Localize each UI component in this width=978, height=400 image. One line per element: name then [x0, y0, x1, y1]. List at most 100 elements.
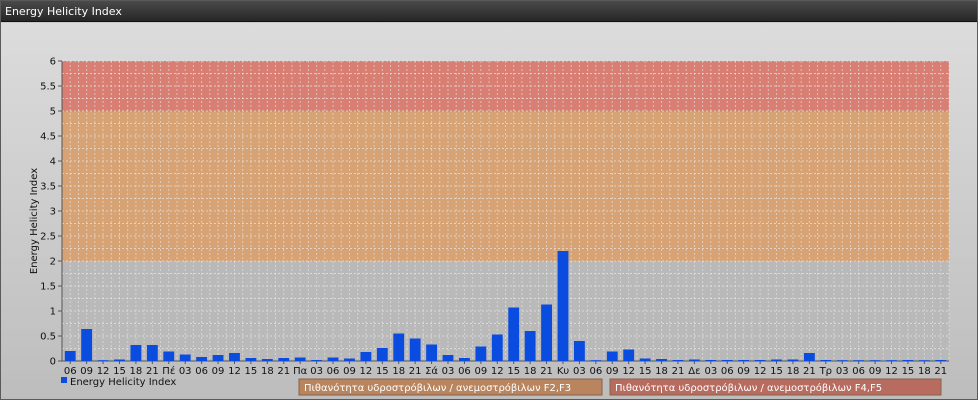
bar[interactable]: [656, 359, 667, 361]
bar[interactable]: [278, 358, 290, 361]
y-tick-label: 1: [50, 307, 56, 318]
bar[interactable]: [212, 355, 224, 361]
bar[interactable]: [803, 353, 815, 361]
bar[interactable]: [623, 349, 635, 362]
bar[interactable]: [245, 358, 257, 361]
bar[interactable]: [639, 358, 651, 362]
x-tick-label: 09: [343, 366, 356, 377]
bar[interactable]: [738, 360, 750, 361]
bar[interactable]: [327, 357, 339, 362]
x-tick-label: 18: [787, 366, 800, 377]
x-tick-label: Κυ: [557, 366, 570, 377]
y-tick-label: 0: [50, 357, 56, 368]
bar[interactable]: [311, 360, 323, 361]
bar[interactable]: [508, 307, 520, 362]
x-tick-label: 15: [113, 366, 126, 377]
x-tick-label: 03: [573, 366, 586, 377]
x-tick-label: 18: [130, 366, 143, 377]
bar[interactable]: [853, 360, 865, 361]
x-tick-label: 12: [228, 366, 241, 377]
x-tick-label: 21: [277, 366, 290, 377]
bar[interactable]: [163, 351, 175, 362]
x-tick-label: 06: [64, 366, 77, 377]
bar[interactable]: [688, 359, 700, 362]
bar[interactable]: [491, 334, 503, 362]
bar[interactable]: [294, 357, 306, 362]
bar[interactable]: [606, 351, 618, 362]
x-tick-label: 21: [540, 366, 553, 377]
bar[interactable]: [902, 360, 914, 361]
bar[interactable]: [97, 360, 109, 361]
x-tick-label: 03: [442, 366, 455, 377]
x-tick-label: 06: [852, 366, 865, 377]
bar[interactable]: [360, 352, 372, 361]
bar[interactable]: [114, 359, 125, 362]
x-tick-label: Τρ: [819, 366, 832, 377]
bar[interactable]: [672, 360, 684, 361]
bar[interactable]: [426, 344, 438, 362]
bar[interactable]: [179, 354, 191, 362]
x-tick-label: 03: [704, 366, 717, 377]
x-tick-label: 15: [376, 366, 389, 377]
bar[interactable]: [590, 360, 602, 361]
x-tick-label: 21: [803, 366, 816, 377]
bar[interactable]: [261, 359, 273, 361]
plot-area: 0 0.5 1 1.5 2 2.5 3 3.5 4 4.5 5 5.5 6 Energy Helicity…: [1, 23, 977, 399]
legend-swatch-series: [61, 377, 67, 383]
bar[interactable]: [721, 360, 733, 361]
x-tick-label: 21: [409, 366, 422, 377]
bar[interactable]: [820, 360, 832, 361]
legend-band-label-2: Πιθανότητα υδροστρόβιλων / ανεμοστρόβιλω…: [615, 382, 882, 394]
bar[interactable]: [541, 304, 552, 362]
x-tick-label: 15: [902, 366, 915, 377]
legend-band-label-1: Πιθανότητα υδροστρόβιλων / ανεμοστρόβιλω…: [304, 382, 571, 394]
bar[interactable]: [344, 358, 355, 362]
bar[interactable]: [196, 357, 208, 361]
legend-label-series: Energy Helicity Index: [70, 377, 176, 388]
chart-window: Energy Helicity Index 0 0.5 1 1.5 2 2.5 3 3.5 4 4…: [0, 0, 978, 400]
y-tick-label: 5.5: [40, 82, 56, 93]
bar[interactable]: [475, 346, 487, 362]
y-tick-label: 4.5: [40, 132, 56, 143]
bar[interactable]: [918, 360, 930, 361]
x-tick-label: 15: [507, 366, 520, 377]
bar[interactable]: [573, 341, 585, 361]
bar[interactable]: [935, 360, 947, 361]
x-tick-label: Πέ: [162, 365, 175, 377]
bar[interactable]: [524, 331, 536, 361]
bar[interactable]: [442, 355, 454, 361]
bar[interactable]: [771, 359, 782, 362]
x-tick-label: 12: [97, 366, 110, 377]
x-tick-label: 09: [80, 366, 93, 377]
x-tick-label: 18: [261, 366, 274, 377]
bar[interactable]: [557, 251, 569, 361]
bar[interactable]: [787, 359, 799, 362]
x-tick-label: Δε: [688, 366, 700, 377]
x-tick-label: 03: [179, 366, 192, 377]
bar[interactable]: [64, 351, 76, 361]
bar[interactable]: [836, 360, 848, 361]
bar[interactable]: [81, 329, 93, 361]
bar[interactable]: [146, 345, 158, 361]
bar[interactable]: [393, 333, 405, 362]
bar[interactable]: [376, 348, 388, 361]
x-tick-label: 21: [672, 366, 685, 377]
bar[interactable]: [869, 360, 881, 361]
y-tick-label: 4: [50, 157, 56, 168]
x-tick-label: 06: [327, 366, 340, 377]
x-tick-label: 06: [195, 366, 208, 377]
bar[interactable]: [754, 360, 766, 361]
x-tick-label: 06: [589, 366, 602, 377]
x-tick-label: 21: [146, 366, 159, 377]
bar[interactable]: [459, 358, 470, 361]
y-tick-label: 2: [50, 257, 56, 268]
y-tick-label: 0.5: [40, 332, 56, 343]
y-tick-label: 1.5: [40, 282, 56, 293]
bar[interactable]: [130, 345, 142, 361]
helicity-chart: 0 0.5 1 1.5 2 2.5 3 3.5 4 4.5 5 5.5 6 Energy Helicity…: [29, 57, 950, 396]
x-tick-label: 09: [606, 366, 619, 377]
bar[interactable]: [705, 360, 717, 361]
bar[interactable]: [409, 338, 421, 362]
bar[interactable]: [886, 360, 897, 361]
bar[interactable]: [229, 353, 240, 361]
